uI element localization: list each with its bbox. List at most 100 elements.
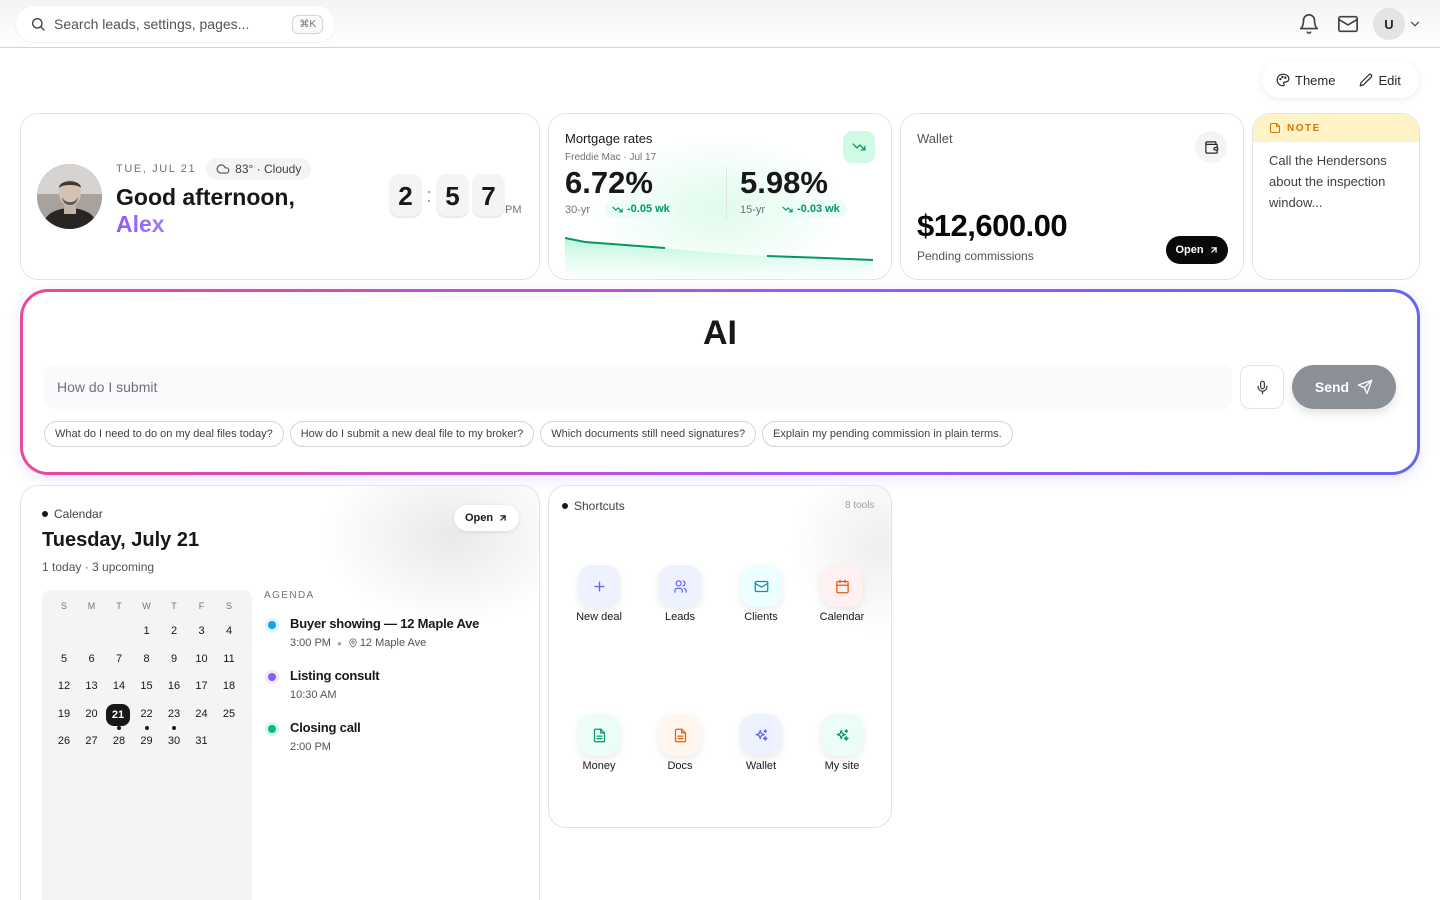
suggestion-chip[interactable]: What do I need to do on my deal files to…: [44, 421, 284, 447]
mortgage-card[interactable]: Mortgage rates Freddie Mac · Jul 17 6.72…: [548, 113, 892, 280]
shortcut-icon-tile: [578, 565, 620, 607]
agenda-item-title: Closing call: [290, 720, 361, 735]
calendar-day[interactable]: 9: [161, 649, 187, 669]
calendar-day[interactable]: 7: [106, 649, 132, 669]
shortcut-label: Leads: [665, 611, 695, 623]
note-card[interactable]: NOTE Call the Hendersons about the inspe…: [1252, 113, 1420, 280]
weekday-header: S: [225, 601, 232, 611]
calendar-day[interactable]: 3: [189, 621, 215, 641]
calendar-day[interactable]: 4: [216, 621, 242, 641]
suggestion-chip[interactable]: How do I submit a new deal file to my br…: [289, 421, 535, 447]
theme-button[interactable]: Theme: [1276, 73, 1335, 88]
calendar-day[interactable]: 19: [51, 704, 77, 724]
event-indicator-dot: [144, 725, 149, 730]
calendar-day[interactable]: 22: [134, 704, 160, 724]
shortcut-label: Docs: [667, 760, 693, 772]
clock-hour: 2: [389, 174, 422, 218]
mail-icon[interactable]: [1337, 13, 1359, 35]
calendar-day[interactable]: 15: [134, 676, 160, 696]
calendar-date: Tuesday, July 21: [42, 529, 200, 551]
calendar-day[interactable]: 25: [216, 704, 242, 724]
shortcuts-label-text: Shortcuts: [574, 499, 625, 513]
calendar-day[interactable]: 30: [161, 731, 187, 751]
bell-icon[interactable]: [1298, 13, 1320, 35]
mortgage-source: Freddie Mac · Jul 17: [565, 152, 657, 163]
wallet-icon-button[interactable]: [1195, 131, 1227, 163]
wallet-amount: $12,600.00: [917, 208, 1068, 243]
shortcut-new-deal[interactable]: New deal: [561, 565, 637, 633]
calendar-day[interactable]: 8: [134, 649, 160, 669]
weather-text: 83° · Cloudy: [235, 162, 302, 176]
theme-label: Theme: [1295, 72, 1336, 88]
shortcut-calendar[interactable]: Calendar: [804, 565, 880, 633]
shortcut-money[interactable]: Money: [561, 714, 637, 782]
calendar-day[interactable]: 13: [79, 676, 105, 696]
greeting-line: Good afternoon,: [116, 184, 295, 210]
calendar-day[interactable]: 20: [79, 704, 105, 724]
calendar-day[interactable]: 10: [189, 649, 215, 669]
microphone-button[interactable]: [1240, 365, 1284, 409]
calendar-day[interactable]: 17: [189, 676, 215, 696]
weekday-header: W: [142, 601, 151, 611]
shortcut-wallet[interactable]: Wallet: [723, 714, 799, 782]
calendar-day[interactable]: 26: [51, 731, 77, 751]
calendar-day[interactable]: 24: [189, 704, 215, 724]
calendar-day[interactable]: 14: [106, 676, 132, 696]
calendar-label-text: Calendar: [54, 507, 103, 521]
search-icon: [32, 18, 45, 31]
chevron-down-icon[interactable]: [1408, 17, 1422, 31]
shortcuts-count: 8 tools: [845, 500, 875, 511]
mini-calendar: S M T W T F S 1 2 3 4 5 6 7 8 9 10 11 12 13 14 15 16 17 18 19 20 21…: [42, 590, 252, 900]
wallet-icon: [1204, 140, 1218, 154]
shortcut-label: My site: [824, 760, 860, 772]
calendar-day-today[interactable]: 21: [106, 703, 130, 726]
calendar-day[interactable]: 11: [216, 649, 242, 669]
wallet-open-button[interactable]: Open: [1166, 236, 1228, 264]
ai-prompt-input[interactable]: How do I submit: [44, 365, 1232, 409]
shortcut-my-site[interactable]: My site: [804, 714, 880, 782]
search-bar[interactable]: Search leads, settings, pages... ⌘K: [16, 6, 335, 42]
pencil-icon: [1360, 73, 1373, 87]
calendar-day[interactable]: 12: [51, 676, 77, 696]
calendar-count: 1 today · 3 upcoming: [42, 560, 155, 574]
search-input[interactable]: Search leads, settings, pages...: [54, 16, 292, 32]
shortcut-label: Calendar: [819, 611, 865, 623]
calendar-day[interactable]: 28: [106, 731, 132, 751]
ai-title: AI: [703, 314, 737, 352]
calendar-day[interactable]: 29: [134, 731, 160, 751]
ai-card-body: AI How do I submit Send What do I need t…: [23, 292, 1417, 472]
suggestion-chip[interactable]: Which documents still need signatures?: [540, 421, 757, 447]
calendar-day[interactable]: 1: [134, 621, 160, 641]
change-30yr: -0.05 wk: [605, 200, 677, 218]
calendar-icon: [835, 579, 849, 593]
shortcut-leads[interactable]: Leads: [642, 565, 718, 633]
suggestion-chip[interactable]: Explain my pending commission in plain t…: [762, 421, 1013, 447]
agenda-item-title: Buyer showing — 12 Maple Ave: [290, 616, 480, 631]
calendar-day[interactable]: 27: [79, 731, 105, 751]
calendar-day[interactable]: 6: [79, 649, 105, 669]
send-button[interactable]: Send: [1292, 365, 1396, 409]
calendar-open-label: Open: [464, 512, 494, 524]
users-icon: [673, 579, 687, 593]
agenda-item-time: 10:30 AM: [290, 689, 337, 701]
calendar-day[interactable]: 23: [161, 704, 187, 724]
shortcut-icon-tile: [578, 714, 620, 756]
calendar-day[interactable]: 16: [161, 676, 187, 696]
edit-button[interactable]: Edit: [1359, 73, 1401, 88]
calendar-open-button[interactable]: Open: [454, 505, 519, 531]
note-header: NOTE: [1253, 114, 1419, 142]
shortcut-clients[interactable]: Clients: [723, 565, 799, 633]
microphone-icon: [1257, 380, 1267, 394]
ai-assistant-card: AI How do I submit Send What do I need t…: [20, 289, 1420, 475]
rate-sparkline: [565, 237, 874, 278]
bullet-dot: [42, 511, 48, 517]
shortcut-docs[interactable]: Docs: [642, 714, 718, 782]
note-tag: NOTE: [1287, 122, 1321, 134]
calendar-day[interactable]: 18: [216, 676, 242, 696]
user-avatar[interactable]: U: [1373, 8, 1405, 40]
calendar-day[interactable]: 5: [51, 649, 77, 669]
calendar-day[interactable]: 31: [189, 731, 215, 751]
calendar-day[interactable]: 2: [161, 621, 187, 641]
trending-down-icon: [782, 206, 793, 212]
weekday-header: M: [87, 601, 96, 611]
